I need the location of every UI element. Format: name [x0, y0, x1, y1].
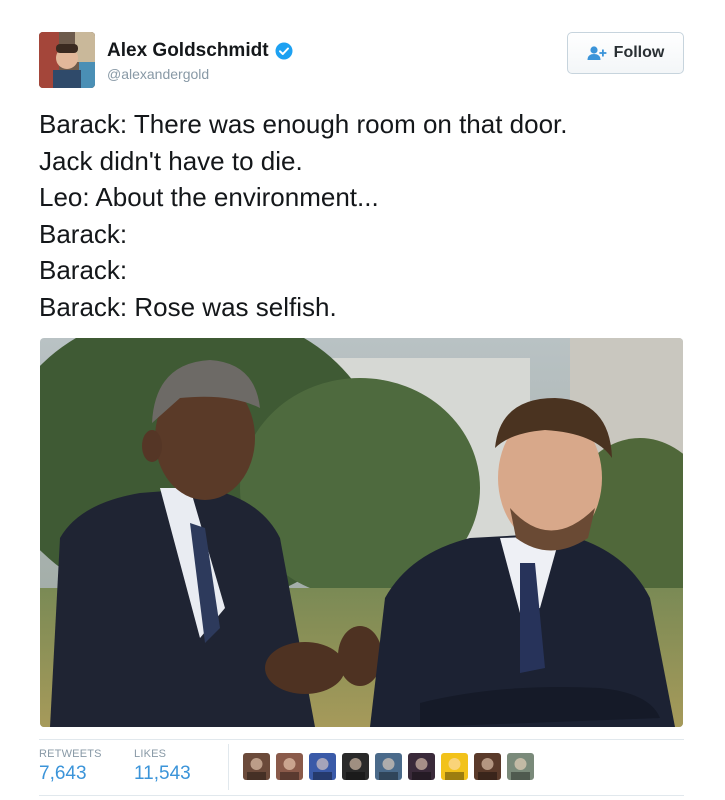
retweets-label: RETWEETS [39, 748, 102, 760]
liker-avatar[interactable] [408, 753, 435, 780]
liker-avatar[interactable] [441, 753, 468, 780]
liker-avatar-image [346, 758, 365, 780]
tweet-line: Barack: [39, 218, 128, 249]
liker-avatar-image [478, 758, 497, 780]
liker-avatar-image [247, 758, 266, 780]
avatar-image [39, 32, 95, 88]
liker-avatar-image [379, 758, 398, 780]
author-display-name[interactable]: Alex Goldschmidt [107, 40, 269, 62]
tweet-card: Alex Goldschmidt @alexandergold Follow B… [0, 0, 725, 800]
liker-avatar-image [445, 758, 464, 780]
tweet-line: Barack: [39, 255, 128, 285]
liker-avatar[interactable] [342, 753, 369, 780]
author-name-row: Alex Goldschmidt [107, 40, 293, 62]
liker-avatar-image [511, 758, 530, 780]
liker-avatar[interactable] [243, 753, 270, 780]
liker-avatar-image [412, 758, 431, 780]
stats-divider-bottom [39, 795, 684, 796]
verified-badge-icon [275, 42, 293, 60]
likes-stat[interactable]: LIKES 11,543 [134, 748, 191, 785]
tweet-photo[interactable] [40, 338, 683, 727]
likes-count: 11,543 [134, 763, 191, 784]
tweet-line: Barack: There was enough room on that do… [39, 109, 568, 139]
tweet-text: Barack: There was enough room on that do… [39, 106, 699, 325]
liker-avatars [243, 753, 534, 780]
stats-divider-top [39, 739, 684, 740]
liker-avatar-image [280, 758, 299, 780]
photo-image [40, 338, 683, 727]
tweet-line: Barack: Rose was selfish. [39, 291, 337, 322]
liker-avatar[interactable] [309, 753, 336, 780]
retweets-stat[interactable]: RETWEETS 7,643 [39, 748, 102, 785]
liker-avatar[interactable] [507, 753, 534, 780]
author-handle[interactable]: @alexandergold [107, 66, 209, 82]
stats-separator [228, 744, 229, 790]
author-avatar[interactable] [39, 32, 95, 88]
tweet-line: Jack didn't have to die. [39, 145, 303, 176]
follow-button[interactable]: Follow [567, 32, 684, 74]
follow-button-label: Follow [613, 44, 665, 61]
liker-avatar[interactable] [276, 753, 303, 780]
add-user-icon [587, 46, 607, 60]
retweets-count: 7,643 [39, 763, 87, 784]
liker-avatar[interactable] [474, 753, 501, 780]
likes-label: LIKES [134, 748, 167, 760]
liker-avatar[interactable] [375, 753, 402, 780]
tweet-line: Leo: About the environment... [39, 182, 379, 212]
liker-avatar-image [313, 758, 332, 780]
